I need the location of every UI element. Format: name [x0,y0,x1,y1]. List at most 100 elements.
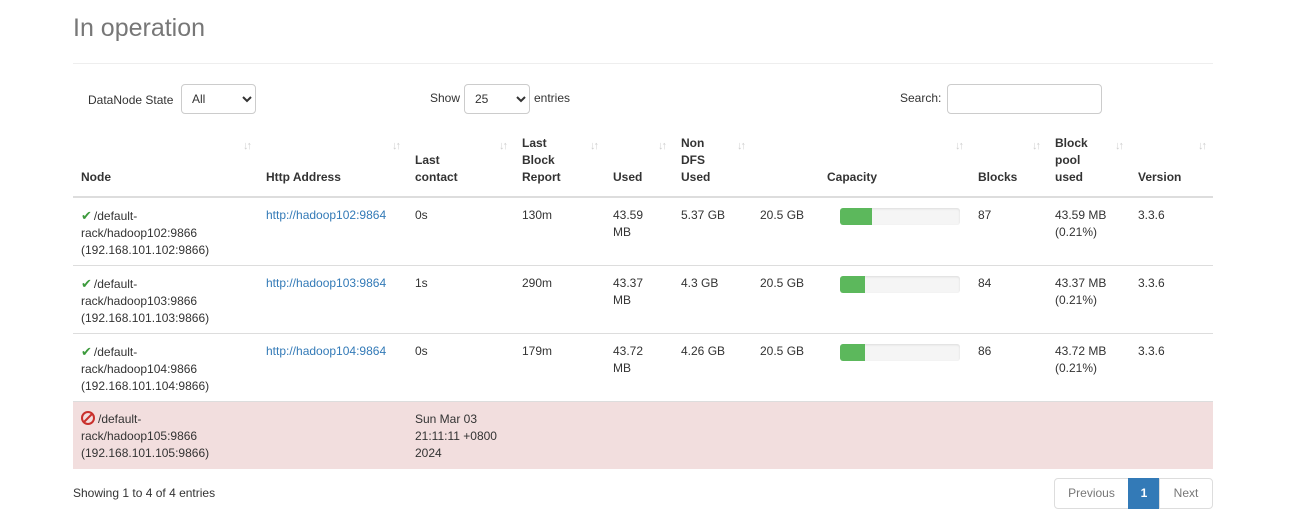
node-name: /default- [93,276,138,291]
node-cell: ✔/default-rack/hadoop103:9866 (192.168.10… [73,264,258,333]
search-input[interactable] [947,84,1102,114]
non-dfs-used-cell [673,400,752,469]
node-name: (192.168.101.103:9866) [81,310,210,325]
last-contact-value: Sun Mar 03 [415,411,478,426]
col-header-label: Version [1138,170,1182,184]
last-block-report-cell: 130m [514,196,605,265]
block-pool-used-value: (0.21%) [1055,360,1098,375]
col-header-label: Block [522,153,555,167]
http-address-link[interactable]: http://hadoop104:9864 [266,344,386,358]
table-row: ✔/default-rack/hadoop103:9866 (192.168.10… [73,264,1213,333]
block-pool-used-value: 43.72 MB [1055,343,1107,358]
last-contact-value: 0s [415,343,428,358]
capacity-bar-fill [840,343,866,361]
col-header-label: Report [522,170,561,184]
col-header-label: Node [81,170,111,184]
table-info: Showing 1 to 4 of 4 entries [73,486,216,500]
col-header-last-contact[interactable]: Last contact ↓↑ [407,132,514,198]
capacity-cell: 20.5 GB [752,264,970,333]
col-header-label: Last [415,153,440,167]
datanode-table: Node ↓↑ Http Address ↓↑ Last contact ↓↑ Last… [73,132,1213,469]
capacity-cell: 20.5 GB [752,196,970,265]
capacity-group: 20.5 GB [760,343,962,361]
node-cell: ✔/default-rack/hadoop104:9866 (192.168.10… [73,332,258,401]
http-address-cell: http://hadoop104:9864 [258,332,407,401]
block-pool-used-value: 43.59 MB [1055,208,1107,222]
page-title: In operation [73,14,206,42]
datanode-state-select[interactable]: All [181,84,256,114]
sort-icon[interactable]: ↓↑ [658,138,667,155]
col-header-non-dfs-used[interactable]: Non DFS Used ↓↑ [673,132,752,198]
sort-icon[interactable]: ↓↑ [1115,138,1124,155]
capacity-bar [840,275,960,293]
used-value: MB [613,360,631,375]
last-contact-cell: 1s [407,264,514,333]
sort-icon[interactable]: ↓↑ [499,138,508,155]
block-pool-used-cell: 43.59 MB (0.21%) [1047,196,1130,265]
http-address-link[interactable]: http://hadoop102:9864 [266,208,386,222]
node-name: rack/hadoop103:9866 [81,293,198,308]
sort-icon[interactable]: ↓↑ [243,138,252,155]
table-row: /default-rack/hadoop105:9866 (192.168.101… [73,400,1213,469]
col-header-label: Capacity [827,170,878,184]
col-header-version[interactable]: Version ↓↑ [1130,132,1213,198]
sort-icon[interactable]: ↓↑ [392,138,401,155]
node-name: /default- [98,411,142,426]
col-header-label: DFS [681,153,705,167]
sort-icon[interactable]: ↓↑ [737,138,746,155]
non-dfs-used-cell: 5.37 GB [673,196,752,265]
block-pool-used-value: (0.21%) [1055,225,1098,239]
used-value: 43.72 [613,343,644,358]
capacity-bar [840,208,960,225]
capacity-bar-fill [840,275,866,293]
http-address-link[interactable]: http://hadoop103:9864 [266,276,386,290]
previous-page-button[interactable]: Previous [1054,478,1129,509]
table-row: ✔/default-rack/hadoop102:9866 (192.168.10… [73,196,1213,265]
check-icon: ✔ [81,275,92,291]
check-icon: ✔ [81,208,92,223]
col-header-label: Non [681,136,705,150]
block-pool-used-cell: 43.37 MB (0.21%) [1047,264,1130,333]
capacity-cell [752,400,970,469]
col-header-label: Used [613,170,643,184]
col-header-node[interactable]: Node ↓↑ [73,132,258,198]
datanode-state-label: DataNode State [88,93,174,107]
col-header-last-block-report[interactable]: Last Block Report ↓↑ [514,132,605,198]
capacity-cell: 20.5 GB [752,332,970,401]
col-header-label: Block [1055,136,1088,150]
capacity-group: 20.5 GB [760,207,962,225]
search-label: Search: [900,91,942,105]
capacity-bar [840,343,960,361]
block-pool-used-value: 43.37 MB [1055,275,1107,290]
node-name: /default- [93,209,138,223]
node-name: (192.168.101.105:9866) [81,445,210,460]
sort-icon[interactable]: ↓↑ [590,138,599,155]
last-block-report-cell: 290m [514,264,605,333]
last-block-report-cell: 179m [514,332,605,401]
http-address-cell: http://hadoop102:9864 [258,196,407,265]
block-pool-used-cell [1047,400,1130,469]
col-header-http-address[interactable]: Http Address ↓↑ [258,132,407,198]
title-divider [73,63,1213,64]
node-name: (192.168.101.102:9866) [81,243,210,257]
sort-icon[interactable]: ↓↑ [1032,138,1041,155]
node-name: /default- [93,344,138,359]
version-cell: 3.3.6 [1130,264,1213,333]
last-contact-cell: Sun Mar 03 21:11:11 +0800 2024 [407,400,514,469]
entries-per-page-select[interactable]: 25 [464,84,530,114]
capacity-bar-fill [840,208,873,225]
blocks-cell: 86 [970,332,1047,401]
sort-icon[interactable]: ↓↑ [1198,138,1207,155]
used-cell: 43.37 MB [605,264,673,333]
page-1-button[interactable]: 1 [1128,478,1160,509]
pagination: Previous 1 Next [1054,478,1213,509]
col-header-block-pool-used[interactable]: Block pool used ↓↑ [1047,132,1130,198]
used-value: MB [613,292,631,307]
col-header-blocks[interactable]: Blocks ↓↑ [970,132,1047,198]
sort-icon[interactable]: ↓↑ [955,138,964,155]
col-header-capacity[interactable]: Capacity ↓↑ [752,132,970,198]
next-page-button[interactable]: Next [1159,478,1213,509]
last-contact-value: 0s [415,208,428,222]
col-header-used[interactable]: Used ↓↑ [605,132,673,198]
capacity-value: 20.5 GB [760,343,805,358]
